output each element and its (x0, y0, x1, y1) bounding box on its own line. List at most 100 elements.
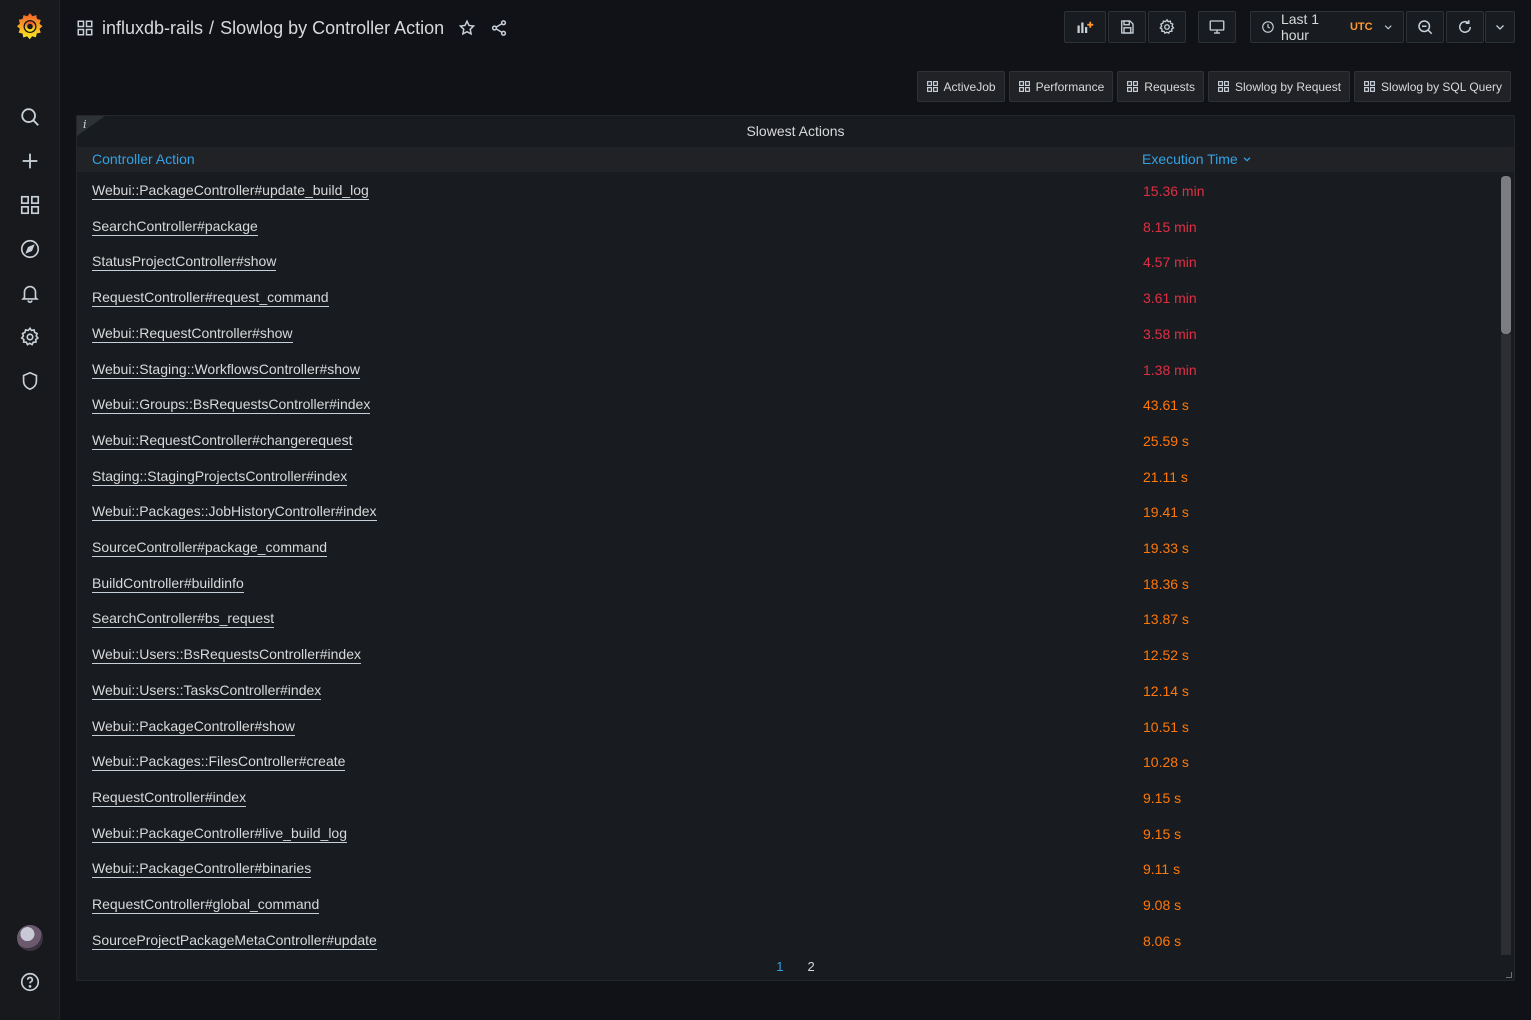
timezone-label: UTC (1349, 21, 1373, 33)
controller-action-link[interactable]: Webui::PackageController#show (92, 718, 295, 736)
execution-time-cell: 19.33 s (1143, 540, 1189, 556)
table-row: Webui::Packages::JobHistoryController#in… (77, 494, 1498, 530)
link-activejob[interactable]: ActiveJob (916, 71, 1005, 102)
execution-time-cell: 19.41 s (1143, 504, 1189, 521)
controller-action-link[interactable]: Webui::Packages::FilesController#create (92, 753, 346, 772)
refresh-icon (1459, 20, 1471, 33)
table-row: Webui::Staging::WorkflowsController#show… (77, 352, 1498, 388)
dashboard-grid-icon (1018, 81, 1030, 92)
execution-time-cell: 3.61 min (1143, 290, 1197, 307)
column-header-execution-time[interactable]: Execution Time (1142, 151, 1252, 167)
configuration-gear-icon[interactable] (18, 325, 42, 349)
controller-action-link[interactable]: Webui::PackageController#live_build_log (92, 825, 348, 843)
panel-title[interactable]: Slowest Actions (77, 123, 1514, 139)
execution-time-cell: 12.52 s (1143, 647, 1189, 664)
dashboard-grid-icon (926, 81, 938, 92)
link-requests[interactable]: Requests (1117, 71, 1204, 102)
dashboard-grid-icon (1218, 81, 1229, 92)
link-slowlog-by-sql-query[interactable]: Slowlog by SQL Query (1354, 71, 1511, 102)
table-row: SourceProjectPackageMetaController#updat… (77, 923, 1498, 954)
controller-action-link[interactable]: SearchController#bs_request (92, 610, 275, 629)
create-plus-icon[interactable] (18, 149, 42, 173)
dashboards-icon[interactable] (18, 193, 42, 217)
controller-action-link[interactable]: RequestController#global_command (92, 896, 320, 914)
chevron-down-icon (1496, 25, 1504, 30)
controller-action-link[interactable]: Webui::PackageController#binaries (92, 860, 312, 879)
table-body: Webui::PackageController#update_build_lo… (77, 173, 1498, 954)
scrollbar-thumb[interactable] (1501, 176, 1511, 334)
server-admin-shield-icon[interactable] (18, 369, 42, 393)
controller-action-link[interactable]: SearchController#package (92, 218, 258, 236)
user-avatar[interactable] (17, 925, 43, 951)
controller-action-link[interactable]: Webui::Packages::JobHistoryController#in… (92, 503, 377, 522)
table-row: Webui::Users::TasksController#index 12.14… (77, 673, 1498, 709)
save-icon (1121, 20, 1134, 34)
controller-action-link[interactable]: SourceController#package_command (92, 539, 328, 557)
table-row: SearchController#package 8.15 min (77, 209, 1498, 245)
alerting-bell-icon[interactable] (18, 281, 42, 305)
table-scrollbar[interactable] (1499, 176, 1513, 955)
column-header-controller-action[interactable]: Controller Action (92, 151, 195, 167)
add-panel-button[interactable] (1064, 11, 1106, 43)
controller-action-link[interactable]: Staging::StagingProjectsController#index (92, 468, 348, 486)
breadcrumb-folder[interactable]: influxdb-rails (102, 18, 203, 39)
table-row: Webui::RequestController#changerequest 25… (77, 423, 1498, 459)
execution-time-cell: 21.11 s (1143, 468, 1188, 485)
table-row: Webui::PackageController#update_build_lo… (77, 173, 1498, 209)
dashboard-title[interactable]: Slowlog by Controller Action (220, 18, 444, 39)
refresh-button[interactable] (1446, 11, 1484, 43)
table-row: Webui::PackageController#live_build_log 9… (77, 816, 1498, 852)
execution-time-cell: 9.15 s (1143, 825, 1182, 842)
link-slowlog-by-request[interactable]: Slowlog by Request (1207, 71, 1351, 102)
execution-time-cell: 12.14 s (1143, 682, 1189, 699)
monitor-icon (1209, 20, 1225, 34)
execution-time-cell: 10.28 s (1143, 754, 1189, 771)
controller-action-link[interactable]: BuildController#buildinfo (92, 575, 244, 593)
controller-action-link[interactable]: Webui::Users::BsRequestsController#index (92, 646, 361, 665)
controller-action-link[interactable]: Webui::RequestController#show (92, 325, 293, 343)
grafana-logo-icon[interactable] (14, 10, 46, 42)
controller-action-link[interactable]: Webui::Users::TasksController#index (92, 682, 322, 700)
explore-compass-icon[interactable] (18, 237, 42, 261)
controller-action-link[interactable]: Webui::Staging::WorkflowsController#show (92, 361, 360, 379)
search-icon[interactable] (18, 105, 42, 129)
breadcrumb: influxdb-rails / Slowlog by Controller A… (76, 14, 508, 42)
help-icon[interactable] (18, 970, 42, 994)
top-navbar: influxdb-rails / Slowlog by Controller A… (60, 0, 1531, 56)
controller-action-link[interactable]: RequestController#index (92, 789, 247, 807)
share-icon[interactable] (490, 19, 508, 37)
table-row: BuildController#buildinfo 18.36 s (77, 566, 1498, 602)
link-label: Performance (1035, 79, 1105, 94)
table-row: Webui::Packages::FilesController#create 1… (77, 744, 1498, 780)
save-dashboard-button[interactable] (1108, 11, 1146, 43)
link-performance[interactable]: Performance (1008, 71, 1114, 102)
page-link[interactable]: 2 (808, 959, 815, 974)
dashboard-grid-icon (1127, 81, 1139, 92)
controller-action-link[interactable]: RequestController#request_command (92, 289, 329, 308)
table-row: Webui::PackageController#binaries 9.11 s (77, 851, 1498, 887)
dashboard-settings-button[interactable] (1148, 11, 1186, 43)
clock-icon (1262, 21, 1274, 33)
panel-resize-handle[interactable] (1506, 972, 1512, 978)
execution-time-cell: 1.38 min (1143, 361, 1197, 378)
page-link[interactable]: 1 (776, 959, 783, 974)
time-range-picker[interactable]: Last 1 hour UTC (1250, 11, 1404, 43)
table-row: Staging::StagingProjectsController#index… (77, 459, 1498, 495)
table-header: Controller Action Execution Time (77, 147, 1514, 172)
controller-action-link[interactable]: StatusProjectController#show (92, 253, 277, 272)
zoom-out-button[interactable] (1406, 11, 1444, 43)
dashboard-grid-icon (77, 20, 93, 36)
execution-time-cell: 18.36 s (1143, 575, 1189, 592)
column-header-label: Execution Time (1142, 151, 1238, 167)
sort-desc-chevron-icon (1243, 157, 1251, 162)
controller-action-link[interactable]: Webui::Groups::BsRequestsController#inde… (92, 396, 371, 415)
controller-action-link[interactable]: Webui::RequestController#changerequest (92, 432, 353, 450)
controller-action-link[interactable]: Webui::PackageController#update_build_lo… (92, 182, 369, 200)
execution-time-cell: 8.06 s (1143, 932, 1182, 949)
cycle-view-mode-button[interactable] (1198, 11, 1236, 43)
refresh-interval-dropdown[interactable] (1485, 11, 1515, 43)
dashboard-links: ActiveJob Performance Requests Slowlog b… (916, 71, 1511, 102)
controller-action-link[interactable]: SourceProjectPackageMetaController#updat… (92, 932, 377, 950)
table-row: Webui::Users::BsRequestsController#index… (77, 637, 1498, 673)
star-favorite-icon[interactable] (458, 19, 476, 37)
